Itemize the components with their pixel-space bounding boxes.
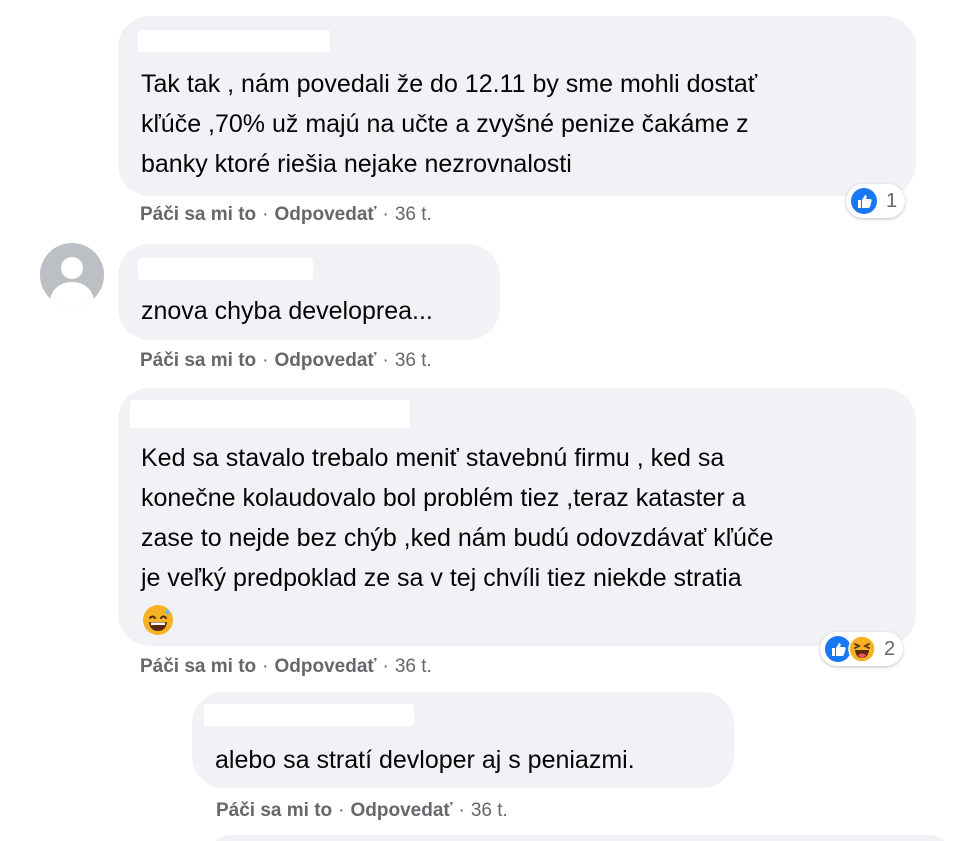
dot-separator: · xyxy=(382,350,389,371)
author-name-redacted xyxy=(130,400,410,428)
comment-actions: Páči sa mi to · Odpovedať · 36 t. xyxy=(216,800,508,822)
timestamp[interactable]: 36 t. xyxy=(395,204,432,225)
reaction-summary[interactable]: 1 xyxy=(846,184,906,218)
grinning-sweat-icon xyxy=(143,605,173,635)
comment-actions: Páči sa mi to · Odpovedať · 36 t. xyxy=(140,656,432,678)
like-link[interactable]: Páči sa mi to xyxy=(140,204,256,225)
dot-separator: · xyxy=(262,350,269,371)
reply-link[interactable]: Odpovedať xyxy=(275,656,377,677)
author-name-redacted xyxy=(204,704,414,726)
timestamp[interactable]: 36 t. xyxy=(395,350,432,371)
dot-separator: · xyxy=(262,656,269,677)
comment-text: alebo sa stratí devloper aj s peniazmi. xyxy=(215,746,635,774)
reply-link[interactable]: Odpovedať xyxy=(351,800,453,821)
reply-link[interactable]: Odpovedať xyxy=(275,350,377,371)
dot-separator: · xyxy=(338,800,345,821)
timestamp[interactable]: 36 t. xyxy=(471,800,508,821)
timestamp[interactable]: 36 t. xyxy=(395,656,432,677)
comment-text: znova chyba developrea... xyxy=(141,297,433,325)
like-icon xyxy=(851,188,877,214)
dot-separator: · xyxy=(382,204,389,225)
like-link[interactable]: Páči sa mi to xyxy=(216,800,332,821)
dot-separator: · xyxy=(262,204,269,225)
comment-actions: Páči sa mi to · Odpovedať · 36 t. xyxy=(140,350,432,372)
reaction-count: 1 xyxy=(886,189,898,212)
haha-icon xyxy=(848,635,876,663)
reaction-summary[interactable]: 2 xyxy=(820,632,904,666)
dot-separator: · xyxy=(458,800,465,821)
reaction-count: 2 xyxy=(884,637,896,660)
comment-actions: Páči sa mi to · Odpovedať · 36 t. xyxy=(140,204,432,226)
comment-text: Tak tak , nám povedali že do 12.11 by sm… xyxy=(141,70,758,178)
next-comment-bubble-partial xyxy=(210,835,950,841)
like-link[interactable]: Páči sa mi to xyxy=(140,656,256,677)
comment-text: Ked sa stavalo trebalo meniť stavebnú fi… xyxy=(141,444,774,592)
author-name-redacted xyxy=(138,30,330,52)
like-link[interactable]: Páči sa mi to xyxy=(140,350,256,371)
reply-link[interactable]: Odpovedať xyxy=(275,204,377,225)
dot-separator: · xyxy=(382,656,389,677)
avatar[interactable] xyxy=(40,243,104,307)
default-avatar-icon xyxy=(40,243,104,307)
author-name-redacted xyxy=(138,258,313,280)
